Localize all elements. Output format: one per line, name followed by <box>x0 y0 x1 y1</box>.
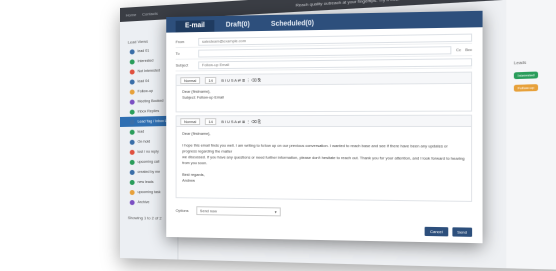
style-select[interactable]: Normal <box>180 117 201 125</box>
sidebar-item-label: upcoming call <box>137 159 160 164</box>
tag-dot-icon <box>129 89 135 95</box>
tag-dot-icon <box>129 159 135 165</box>
email-body-editor[interactable]: Dear {firstname}, I hope this email find… <box>175 127 473 202</box>
sidebar-item-label: lost / no reply <box>137 149 159 154</box>
tag-dot-icon <box>129 179 135 185</box>
tag-dot-icon <box>129 199 135 205</box>
template-preview[interactable]: Dear {firstname}, Subject: Follow-up Ema… <box>175 83 473 113</box>
bcc-link[interactable]: Bcc <box>465 47 472 52</box>
sidebar-item-label: Not Interested <box>137 68 160 74</box>
options-value: Send now <box>199 208 217 214</box>
sidebar-item-label: Inbox Replies <box>137 108 160 114</box>
sidebar-item-label: upcoming task <box>137 190 161 195</box>
tag-dot-icon <box>129 48 135 55</box>
cc-link[interactable]: Cc <box>456 47 461 52</box>
tag-dot-icon <box>129 109 135 115</box>
to-label: To <box>175 50 180 56</box>
nav-contacts[interactable]: Contacts <box>142 10 158 16</box>
preview-subject-value: Follow-up Email <box>196 94 224 100</box>
status-badge-followup: Follow-up <box>513 83 539 92</box>
subject-row: Subject Follow-up Email <box>175 56 473 72</box>
modal-footer: Cancel Send <box>424 226 473 237</box>
sidebar-item-label: Meeting Booked <box>137 98 164 104</box>
status-badge-interested: Interested <box>513 70 539 79</box>
right-panel-row: Follow-up <box>506 79 556 94</box>
options-row: Options Send now ▾ <box>176 206 473 219</box>
nav-home[interactable]: Home <box>126 12 136 18</box>
style-select[interactable]: Normal <box>180 76 201 84</box>
right-panel: Leads Interested Follow-up <box>506 0 556 271</box>
cancel-button[interactable]: Cancel <box>424 226 448 237</box>
tag-dot-icon <box>129 149 135 155</box>
sidebar-item-label: new leads <box>137 179 154 185</box>
body-line: Andrew <box>182 177 195 183</box>
tag-dot-icon <box>129 99 135 105</box>
tag-dot-icon <box>129 68 135 75</box>
tag-dot-icon <box>129 119 135 125</box>
tag-dot-icon <box>129 78 135 85</box>
send-button[interactable]: Send <box>452 227 473 237</box>
sidebar-item-label: created by me <box>137 169 161 174</box>
editor-toolbar-2: Normal 14 B I U S A ⇄ ≣ ⋮ ⌫ ⎘ <box>175 114 473 127</box>
sidebar-item-label: Follow-up <box>137 88 153 94</box>
sidebar-item-label: On-hold <box>137 139 151 144</box>
preview-subject-label: Subject: <box>182 94 196 100</box>
subject-field[interactable]: Follow-up Email <box>198 57 473 69</box>
from-label: From <box>175 39 185 45</box>
subject-label: Subject <box>175 62 189 68</box>
tab-email[interactable]: E-mail <box>175 20 215 33</box>
format-buttons[interactable]: B I U S A ⇄ ≣ ⋮ ⌫ ⎘ <box>221 77 260 82</box>
size-select[interactable]: 14 <box>204 76 217 84</box>
tab-draft[interactable]: Draft(0) <box>216 19 259 32</box>
chevron-down-icon: ▾ <box>274 209 277 215</box>
sidebar-item-label: lead <box>137 129 145 134</box>
options-label: Options <box>175 207 189 213</box>
tag-dot-icon <box>129 129 135 135</box>
tag-dot-icon <box>129 139 135 145</box>
format-buttons[interactable]: B I U S A ⇄ ≣ ⋮ ⌫ ⎘ <box>221 119 260 124</box>
tab-scheduled[interactable]: Scheduled(0) <box>261 18 324 31</box>
sidebar-item-label: lead 04 <box>137 78 150 84</box>
options-select[interactable]: Send now ▾ <box>196 206 281 217</box>
tag-dot-icon <box>129 189 135 195</box>
sidebar-item-label: Interested <box>137 58 154 64</box>
tag-dot-icon <box>129 169 135 175</box>
modal-body: From salesteam@example.com To Cc Bcc Sub… <box>166 27 482 223</box>
to-field[interactable] <box>198 45 452 58</box>
preview-subject-line: Subject: Follow-up Email <box>182 93 465 100</box>
sidebar-item-label: Archive <box>137 200 150 205</box>
tag-dot-icon <box>129 58 135 65</box>
size-select[interactable]: 14 <box>204 117 217 125</box>
email-compose-modal: E-mail Draft(0) Scheduled(0) From salest… <box>166 10 483 244</box>
sidebar-item-label: lead 01 <box>137 48 150 54</box>
